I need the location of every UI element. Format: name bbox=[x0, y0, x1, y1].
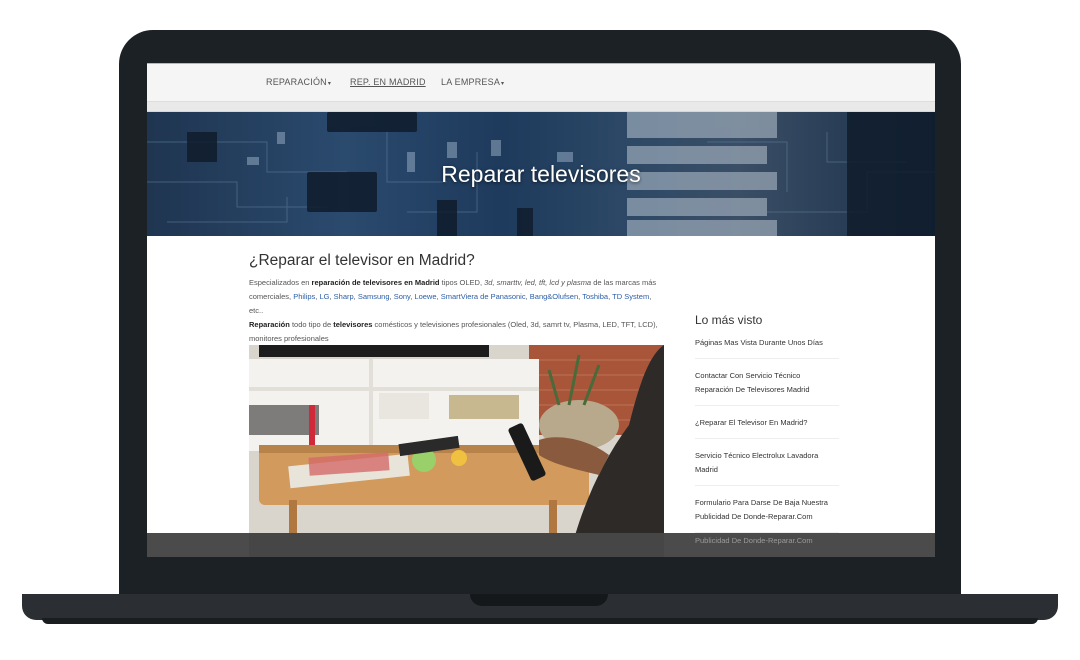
brand-link-samsung[interactable]: Samsung bbox=[358, 292, 390, 301]
brand-link-smartviera[interactable]: SmartViera de Panasonic bbox=[441, 292, 526, 301]
article-heading: ¿Reparar el televisor en Madrid? bbox=[249, 252, 475, 269]
most-viewed-link[interactable]: Contactar Con Servicio Técnico Reparació… bbox=[695, 367, 839, 406]
navbar-divider bbox=[147, 102, 935, 112]
nav-empresa-dropdown[interactable]: LA EMPRESA▾ bbox=[441, 77, 504, 87]
brand-link-toshiba[interactable]: Toshiba bbox=[582, 292, 608, 301]
laptop-notch bbox=[470, 594, 608, 606]
intro-text: Especializados en bbox=[249, 278, 312, 287]
intro-bold: Reparación bbox=[249, 320, 290, 329]
brand-link-sony[interactable]: Sony bbox=[394, 292, 411, 301]
intro-text: todo tipo de bbox=[289, 320, 334, 329]
caret-down-icon: ▾ bbox=[327, 81, 332, 87]
intro-italic: 3d, smarttv, led, tft, lcd y plasma bbox=[484, 278, 592, 287]
sidebar-title: Lo más visto bbox=[695, 313, 763, 327]
cookie-overlay-bar: Publicidad De Donde-Reparar.Com bbox=[147, 533, 935, 557]
page-title: Reparar televisores bbox=[441, 161, 641, 187]
nav-empresa-label: LA EMPRESA bbox=[441, 77, 501, 87]
most-viewed-link[interactable]: Páginas Mas Vista Durante Unos Días bbox=[695, 334, 839, 359]
caret-down-icon: ▾ bbox=[501, 81, 505, 87]
brand-link-philips[interactable]: Philips bbox=[293, 292, 315, 301]
most-viewed-link[interactable]: Publicidad De Donde-Reparar.Com bbox=[695, 536, 813, 545]
nav-reparacion-dropdown[interactable]: REPARACIÓN▾ bbox=[266, 77, 331, 87]
most-viewed-link[interactable]: Formulario Para Darse De Baja Nuestra Pu… bbox=[695, 494, 839, 533]
hero-banner: Reparar televisores bbox=[147, 112, 935, 236]
nav-reparacion-label: REPARACIÓN bbox=[266, 77, 327, 87]
brand-link-lg[interactable]: LG bbox=[319, 292, 329, 301]
intro-text: tipos OLED, bbox=[439, 278, 485, 287]
brand-link-td-system[interactable]: TD System bbox=[612, 292, 649, 301]
most-viewed-link[interactable]: ¿Reparar El Televisor En Madrid? bbox=[695, 414, 839, 439]
intro-bold: reparación de televisores en Madrid bbox=[311, 278, 440, 287]
laptop-screen: REPARACIÓN▾ REP. EN MADRID LA EMPRESA▾ R… bbox=[147, 63, 935, 557]
top-navbar: REPARACIÓN▾ REP. EN MADRID LA EMPRESA▾ bbox=[147, 64, 935, 102]
laptop-base-edge bbox=[42, 618, 1038, 624]
most-viewed-list: Páginas Mas Vista Durante Unos Días Cont… bbox=[695, 334, 839, 541]
tv-remote-photo bbox=[249, 345, 664, 557]
brand-link-loewe[interactable]: Loewe bbox=[414, 292, 436, 301]
intro-bold: televisores bbox=[333, 320, 373, 329]
living-room-image bbox=[249, 345, 664, 557]
brand-link-sharp[interactable]: Sharp bbox=[334, 292, 354, 301]
brand-link-bang-olufsen[interactable]: Bang&Olufsen bbox=[530, 292, 578, 301]
nav-rep-madrid-link[interactable]: REP. EN MADRID bbox=[350, 77, 426, 87]
most-viewed-link[interactable]: Servicio Técnico Electrolux Lavadora Mad… bbox=[695, 447, 839, 486]
article-intro: Especializados en reparación de televiso… bbox=[249, 276, 665, 346]
